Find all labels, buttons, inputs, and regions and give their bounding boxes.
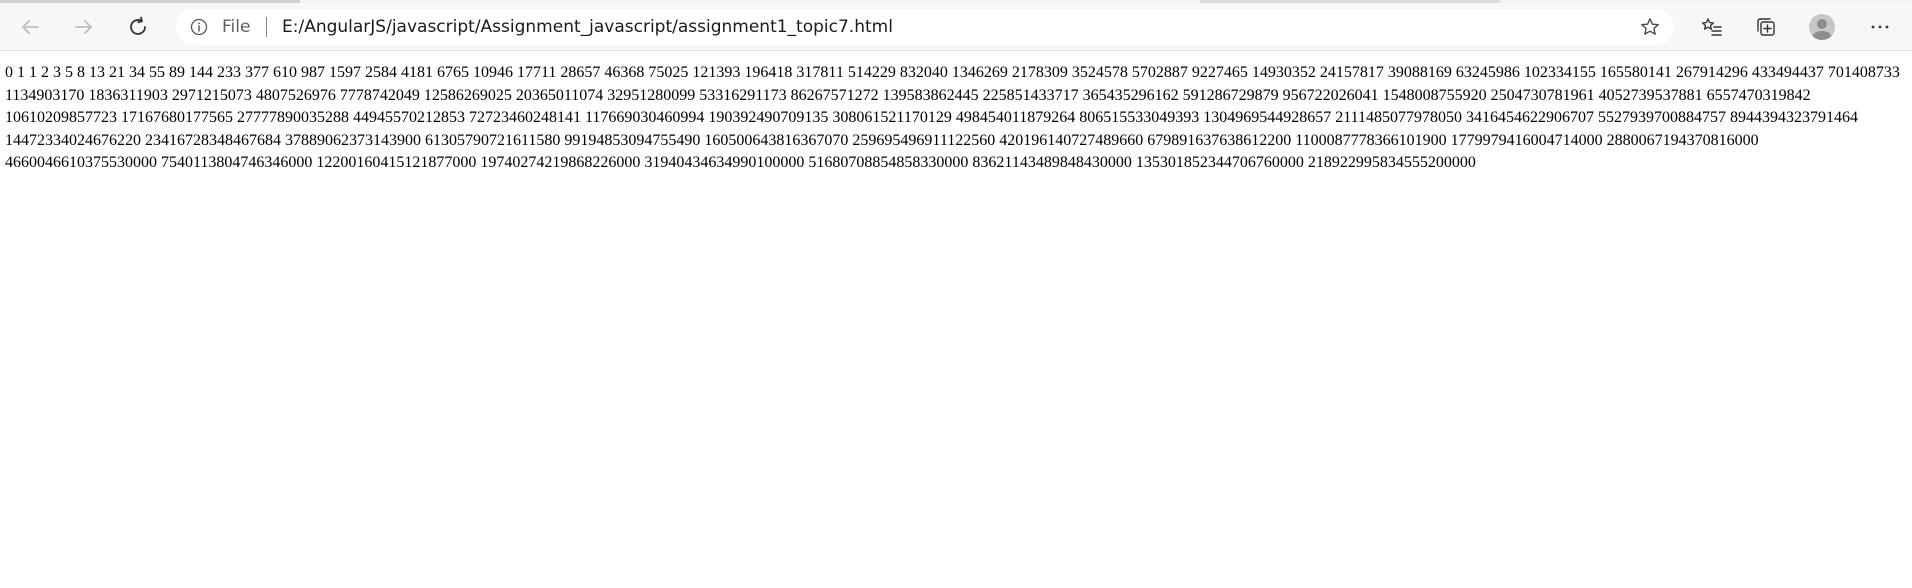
- avatar-icon: [1809, 14, 1835, 40]
- settings-menu-button[interactable]: [1860, 7, 1900, 47]
- address-bar[interactable]: File E:/AngularJS/javascript/Assignment_…: [176, 9, 1674, 45]
- refresh-button[interactable]: [118, 7, 158, 47]
- fibonacci-output: 0 1 1 2 3 5 8 13 21 34 55 89 144 233 377…: [5, 64, 1900, 172]
- forward-button[interactable]: [64, 7, 104, 47]
- collections-icon: [1757, 18, 1775, 36]
- favorites-icon: [1701, 18, 1722, 36]
- arrow-left-icon: [22, 20, 39, 34]
- browser-toolbar: File E:/AngularJS/javascript/Assignment_…: [0, 3, 1912, 51]
- ellipsis-icon: [1871, 25, 1889, 29]
- back-button[interactable]: [10, 7, 50, 47]
- browser-window: File E:/AngularJS/javascript/Assignment_…: [0, 0, 1912, 588]
- info-icon[interactable]: [190, 18, 208, 36]
- refresh-icon: [130, 16, 146, 35]
- arrow-right-icon: [75, 20, 92, 34]
- favorites-button[interactable]: [1692, 7, 1732, 47]
- star-icon[interactable]: [1640, 17, 1660, 37]
- collections-button[interactable]: [1746, 7, 1786, 47]
- profile-button[interactable]: [1802, 7, 1842, 47]
- page-content: 0 1 1 2 3 5 8 13 21 34 55 89 144 233 377…: [0, 52, 1912, 588]
- url-text[interactable]: E:/AngularJS/javascript/Assignment_javas…: [282, 16, 893, 38]
- scheme-label: File: [222, 17, 251, 37]
- address-divider: [266, 17, 267, 37]
